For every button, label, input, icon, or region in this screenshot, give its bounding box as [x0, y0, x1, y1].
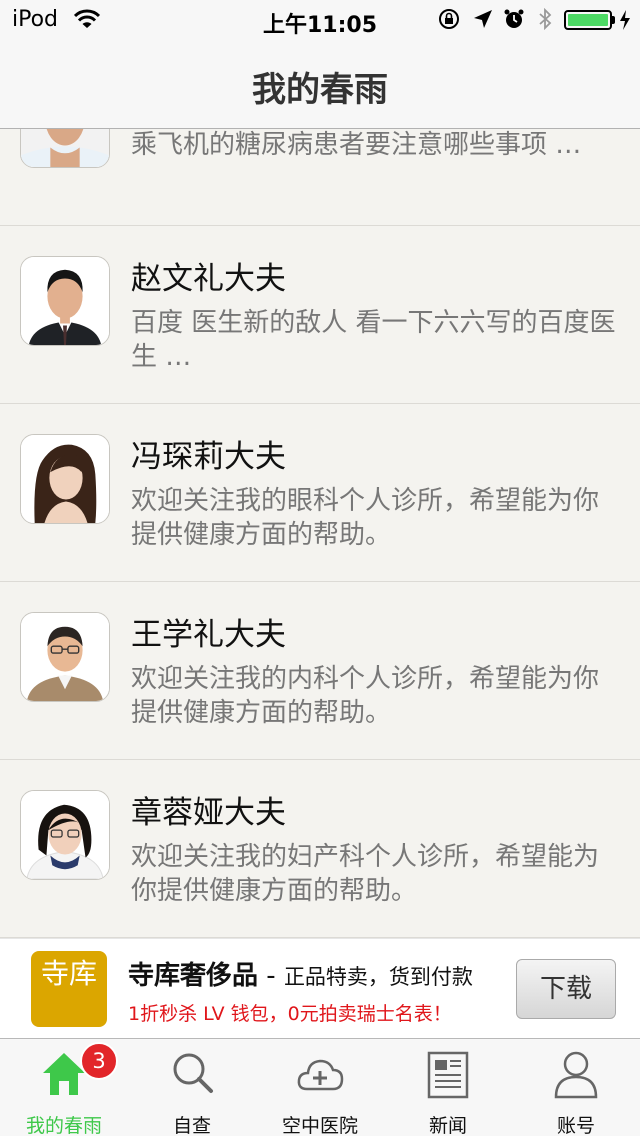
search-icon: [173, 1053, 213, 1093]
doctor-name: 冯琛莉大夫: [131, 439, 286, 475]
list-item[interactable]: 章蓉娅大夫 欢迎关注我的妇产科个人诊所，希望能为你提供健康方面的帮助。: [0, 760, 640, 938]
tab-news[interactable]: 新闻: [384, 1039, 512, 1136]
doctor-avatar: [20, 129, 110, 168]
doctor-avatar: [20, 790, 110, 880]
tab-label: 自查: [172, 1115, 211, 1136]
doctor-list[interactable]: 乘飞机的糖尿病患者要注意哪些事项 … 赵文礼大夫 百度 医生新的敌人 看一下六六…: [0, 129, 640, 938]
doctor-name: 王学礼大夫: [131, 617, 286, 653]
tab-self-check[interactable]: 自查: [128, 1039, 256, 1136]
ad-logo: 寺库: [31, 951, 107, 1027]
list-item[interactable]: 乘飞机的糖尿病患者要注意哪些事项 …: [0, 129, 640, 226]
location-icon: [474, 10, 492, 28]
battery-fill: [568, 14, 608, 26]
doctor-desc: 欢迎关注我的妇产科个人诊所，希望能为你提供健康方面的帮助。: [131, 842, 600, 906]
doctor-desc: 乘飞机的糖尿病患者要注意哪些事项 …: [131, 130, 582, 160]
battery-icon: [564, 10, 612, 30]
battery-tip: [612, 16, 615, 24]
tab-bar: 3 我的春雨 自查 空中医院 新闻 账号: [0, 1038, 640, 1136]
page-title: 我的春雨: [252, 70, 388, 110]
ad-tagline: 正品特卖，货到付款: [283, 965, 473, 989]
tab-label: 我的春雨: [25, 1115, 102, 1136]
ad-banner[interactable]: 寺库 寺库奢侈品 - 正品特卖，货到付款 1折秒杀 LV 钱包，0元拍卖瑞士名表…: [0, 938, 640, 1038]
charging-icon: [620, 10, 630, 30]
notification-badge: 3: [80, 1042, 118, 1080]
doctor-desc: 欢迎关注我的内科个人诊所，希望能为你提供健康方面的帮助。: [131, 664, 600, 728]
doctor-name: 赵文礼大夫: [131, 261, 286, 297]
news-icon: [427, 1051, 469, 1099]
tab-air-hospital[interactable]: 空中医院: [256, 1039, 384, 1136]
list-item[interactable]: 赵文礼大夫 百度 医生新的敌人 看一下六六写的百度医生 …: [0, 226, 640, 404]
ad-description: 1折秒杀 LV 钱包，0元拍卖瑞士名表！: [128, 1003, 452, 1025]
tab-label: 新闻: [428, 1115, 467, 1136]
doctor-name: 章蓉娅大夫: [131, 795, 286, 831]
bluetooth-icon: [539, 8, 552, 30]
doctor-desc: 欢迎关注我的眼科个人诊所，希望能为你提供健康方面的帮助。: [131, 486, 600, 550]
doctor-avatar: [20, 434, 110, 524]
tab-account[interactable]: 账号: [512, 1039, 640, 1136]
doctor-desc: 百度 医生新的敌人 看一下六六写的百度医生 …: [131, 308, 616, 372]
doctor-avatar: [20, 256, 110, 346]
nav-bar: 我的春雨: [0, 40, 640, 129]
ad-brand: 寺库奢侈品: [128, 961, 259, 991]
list-item[interactable]: 王学礼大夫 欢迎关注我的内科个人诊所，希望能为你提供健康方面的帮助。: [0, 582, 640, 760]
ad-title: 寺库奢侈品 - 正品特卖，货到付款: [128, 955, 473, 992]
ad-download-button[interactable]: 下载: [516, 959, 616, 1019]
screen: iPod 上午11:05 我的春雨 乘飞机的糖尿病患者要注意哪些事项 … 赵文礼…: [0, 0, 640, 1136]
list-item[interactable]: 冯琛莉大夫 欢迎关注我的眼科个人诊所，希望能为你提供健康方面的帮助。: [0, 404, 640, 582]
doctor-avatar: [20, 612, 110, 702]
alarm-icon: [504, 9, 524, 28]
user-icon: [554, 1051, 598, 1099]
ad-separator: -: [258, 961, 284, 991]
status-bar: iPod 上午11:05: [0, 0, 640, 40]
tab-my-chunyu[interactable]: 3 我的春雨: [0, 1039, 128, 1136]
tab-label: 账号: [556, 1115, 595, 1136]
rotation-lock-icon: [439, 9, 459, 29]
tab-label: 空中医院: [281, 1115, 358, 1136]
cloud-plus-icon: [297, 1059, 344, 1091]
